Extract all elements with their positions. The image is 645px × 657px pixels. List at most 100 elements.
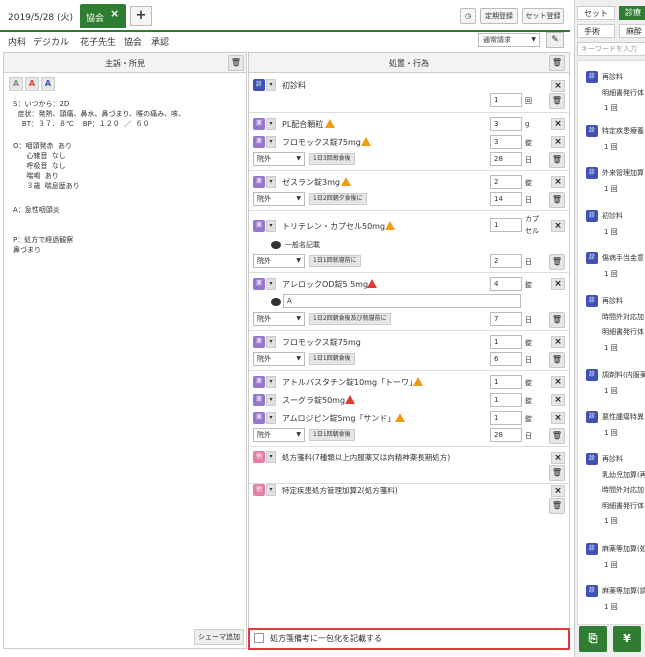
qty-input[interactable]: 1 bbox=[490, 393, 522, 407]
close-icon[interactable]: × bbox=[551, 176, 565, 188]
close-icon[interactable]: × bbox=[551, 220, 565, 232]
close-icon[interactable]: × bbox=[551, 452, 565, 464]
schema-add-button[interactable]: シェーマ追加 bbox=[194, 629, 244, 645]
qty-input[interactable]: 1 bbox=[490, 218, 522, 232]
route-select[interactable]: 院外 bbox=[253, 428, 305, 442]
note-o[interactable]: O：咽頭発赤 あり 心雑音 なし 呼吸音 なし 喘鳴 あり ３歳 喘息歴あり bbox=[13, 141, 80, 191]
qty-input[interactable]: 3 bbox=[490, 117, 522, 131]
chevron-down-icon[interactable]: ▾ bbox=[266, 278, 276, 290]
timing-tag[interactable]: 1日2回朝食後及び就寝前に bbox=[309, 313, 391, 325]
timing-tag[interactable]: 1日2回朝夕食後に bbox=[309, 193, 367, 205]
warning-icon[interactable] bbox=[385, 221, 395, 230]
list-item[interactable]: 再診料 bbox=[602, 454, 645, 464]
trash-icon[interactable]: 🗑 bbox=[549, 55, 565, 71]
chevron-down-icon[interactable]: ▾ bbox=[266, 220, 276, 232]
sidebar-tab-set[interactable]: セット bbox=[577, 6, 615, 20]
list-item[interactable]: 明細書発行体 bbox=[602, 88, 645, 98]
list-item[interactable]: 明細書発行体 bbox=[602, 501, 645, 511]
comment-input[interactable]: A bbox=[283, 294, 521, 308]
trash-icon[interactable]: 🗑 bbox=[549, 465, 565, 481]
list-item[interactable]: 乳幼児加算(再 bbox=[602, 470, 645, 480]
qty-input[interactable]: 1 bbox=[490, 93, 522, 107]
days-input[interactable]: 14 bbox=[490, 192, 522, 206]
days-input[interactable]: 28 bbox=[490, 428, 522, 442]
list-item[interactable]: 特定疾患療養 bbox=[602, 126, 645, 136]
add-tab-button[interactable]: + bbox=[130, 6, 152, 26]
days-input[interactable]: 6 bbox=[490, 352, 522, 366]
sidebar-tab-shinryo[interactable]: 診療 bbox=[619, 6, 645, 20]
close-icon[interactable]: × bbox=[551, 394, 565, 406]
route-select[interactable]: 院外 bbox=[253, 254, 305, 268]
trash-icon[interactable]: 🗑 bbox=[549, 93, 565, 109]
days-input[interactable]: 7 bbox=[490, 312, 522, 326]
warning-icon[interactable] bbox=[361, 137, 371, 146]
list-item[interactable]: 時間外対応加 bbox=[602, 312, 645, 322]
trash-icon[interactable]: 🗑 bbox=[549, 498, 565, 514]
timing-tag[interactable]: 1日1回朝食後 bbox=[309, 429, 355, 441]
days-input[interactable]: 2 bbox=[490, 254, 522, 268]
font-color-red-button[interactable]: A bbox=[25, 77, 39, 91]
qty-input[interactable]: 1 bbox=[490, 411, 522, 425]
route-select[interactable]: 院外 bbox=[253, 312, 305, 326]
list-item[interactable]: 再診料 bbox=[602, 72, 645, 82]
keyword-input[interactable]: キーワードを入力 bbox=[577, 42, 645, 56]
chevron-down-icon[interactable]: ▾ bbox=[266, 484, 276, 496]
claim-type-select[interactable]: 通常請求 ▼ bbox=[478, 33, 540, 47]
close-icon[interactable]: × bbox=[551, 336, 565, 348]
close-icon[interactable]: × bbox=[551, 376, 565, 388]
sidebar-tab-anesthesia[interactable]: 麻酔 bbox=[619, 24, 645, 38]
chevron-down-icon[interactable]: ▾ bbox=[266, 376, 276, 388]
route-select[interactable]: 院外 bbox=[253, 152, 305, 166]
unit-dose-checkbox[interactable] bbox=[254, 633, 264, 643]
close-icon[interactable]: × bbox=[551, 80, 565, 92]
close-icon[interactable]: × bbox=[551, 485, 565, 497]
chevron-down-icon[interactable]: ▾ bbox=[266, 412, 276, 424]
qty-input[interactable]: 2 bbox=[490, 175, 522, 189]
chevron-down-icon[interactable]: ▾ bbox=[266, 79, 276, 91]
warning-icon[interactable] bbox=[395, 413, 405, 422]
list-item[interactable]: 調剤料(内服薬 bbox=[602, 370, 645, 380]
close-icon[interactable]: × bbox=[551, 412, 565, 424]
chevron-down-icon[interactable]: ▾ bbox=[266, 336, 276, 348]
font-color-blue-button[interactable]: A bbox=[41, 77, 55, 91]
qty-input[interactable]: 1 bbox=[490, 335, 522, 349]
trash-icon[interactable]: 🗑 bbox=[228, 55, 244, 71]
list-item[interactable]: 外来管理加算 bbox=[602, 168, 645, 178]
trash-icon[interactable]: 🗑 bbox=[549, 152, 565, 168]
qty-input[interactable]: 4 bbox=[490, 277, 522, 291]
list-item[interactable]: 時間外対応加 bbox=[602, 485, 645, 495]
close-icon[interactable]: × bbox=[551, 136, 565, 148]
list-item[interactable]: 再診料 bbox=[602, 296, 645, 306]
font-color-gray-button[interactable]: A bbox=[9, 77, 23, 91]
trash-icon[interactable]: 🗑 bbox=[549, 192, 565, 208]
trash-icon[interactable]: 🗑 bbox=[549, 254, 565, 270]
note-a[interactable]: A：急性咽頭炎 bbox=[13, 205, 60, 215]
qty-input[interactable]: 3 bbox=[490, 135, 522, 149]
list-item[interactable]: 麻薬等加算(処 bbox=[602, 544, 645, 554]
timing-tag[interactable]: 1日1回朝食後 bbox=[309, 353, 355, 365]
close-icon[interactable]: × bbox=[551, 278, 565, 290]
trash-icon[interactable]: 🗑 bbox=[549, 352, 565, 368]
timing-tag[interactable]: 1日1回就寝前に bbox=[309, 255, 361, 267]
chevron-down-icon[interactable]: ▾ bbox=[266, 176, 276, 188]
list-item[interactable]: 明細書発行体 bbox=[602, 327, 645, 337]
yen-icon[interactable]: ¥ bbox=[613, 626, 641, 652]
chevron-down-icon[interactable]: ▾ bbox=[266, 451, 276, 463]
close-icon[interactable]: × bbox=[551, 118, 565, 130]
trash-icon[interactable]: 🗑 bbox=[549, 428, 565, 444]
chevron-down-icon[interactable]: ▾ bbox=[266, 394, 276, 406]
clock-icon[interactable]: ◷ bbox=[460, 8, 476, 24]
timing-tag[interactable]: 1日3回毎食後 bbox=[309, 153, 355, 165]
qty-input[interactable]: 1 bbox=[490, 375, 522, 389]
pen-icon[interactable]: ✎ bbox=[546, 32, 564, 48]
sidebar-tab-surgery[interactable]: 手術 bbox=[577, 24, 615, 38]
warning-icon[interactable] bbox=[325, 119, 335, 128]
trash-icon[interactable]: 🗑 bbox=[549, 312, 565, 328]
chevron-down-icon[interactable]: ▾ bbox=[266, 118, 276, 130]
warning-icon[interactable] bbox=[367, 279, 377, 288]
close-icon[interactable]: × bbox=[110, 7, 119, 20]
list-item[interactable]: 麻薬等加算(調 bbox=[602, 586, 645, 596]
route-select[interactable]: 院外 bbox=[253, 192, 305, 206]
chevron-down-icon[interactable]: ▾ bbox=[266, 136, 276, 148]
warning-icon[interactable] bbox=[413, 377, 423, 386]
